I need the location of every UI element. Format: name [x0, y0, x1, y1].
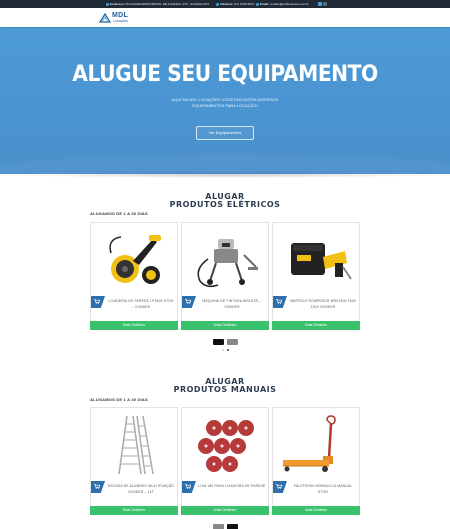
wall-sander-icon — [109, 235, 161, 284]
cart-icon — [185, 299, 191, 304]
cart-tag — [182, 481, 196, 493]
demolition-hammer-icon — [291, 243, 352, 280]
view-equipment-button[interactable]: Ver Equipamentos — [196, 126, 254, 140]
product-name: LIXADEIRA DE PAREDE LP1800 STI20 – VONDE… — [108, 299, 174, 309]
carousel-next-button[interactable] — [227, 339, 238, 345]
product-card[interactable]: MARTELO ROMPEDOR MRV1500 1500 220V VONDE… — [272, 222, 360, 329]
section-manual-subtitle: ALUGAMOS DE 1 A 30 DIAS — [90, 397, 148, 402]
email-info[interactable]: Email: contato@mdlocacoes.com.br — [256, 2, 309, 6]
airless-sprayer-icon — [197, 239, 258, 288]
logo-mark-icon — [99, 12, 111, 23]
carousel-dot-active[interactable] — [227, 349, 229, 351]
section-electric-subtitle: ALUGAMOS DE 1 A 30 DIAS — [90, 211, 148, 216]
more-details-button[interactable]: Mais Detalhes — [272, 506, 360, 515]
cart-tag — [273, 296, 287, 308]
logo-tagline: Locações — [113, 19, 128, 23]
carousel-prev-button[interactable] — [213, 339, 224, 345]
product-card[interactable]: PALETEIRA HIDRÁULICA MANUAL STON — [272, 407, 360, 514]
cart-tag — [91, 481, 105, 493]
carousel-dot[interactable] — [222, 349, 224, 351]
more-details-button[interactable]: Mais Detalhes — [181, 321, 269, 330]
product-card[interactable]: LIXA 180 PARA LIXADEIRA DE PAREDE — [181, 407, 269, 514]
hero-banner: ALUGUE SEU EQUIPAMENTO AQUI NA MDL LOCAÇ… — [0, 27, 450, 174]
cart-icon — [276, 299, 282, 304]
carousel-next-button[interactable] — [227, 524, 238, 529]
cart-tag — [273, 481, 287, 493]
product-card[interactable]: ESCADA DE ALUMÍNIO MULTIFUNÇÃO VONDER – … — [90, 407, 178, 514]
logo-name: MDL — [112, 12, 129, 19]
phone-icon — [216, 2, 219, 6]
more-details-button[interactable]: Mais Detalhes — [181, 506, 269, 515]
more-details-button[interactable]: Mais Detalhes — [272, 321, 360, 330]
product-name: ESCADA DE ALUMÍNIO MULTIFUNÇÃO VONDER – … — [107, 484, 175, 494]
top-info-bar: Endereço: RUA MARGARIDA BIRSAL DE ALMEID… — [0, 0, 450, 8]
pallet-jack-icon — [283, 415, 336, 472]
hero-subtitle: AQUI NA MDL LOCAÇÕES VOCÊ ENCONTRA DIVER… — [171, 97, 279, 108]
email-icon — [256, 2, 259, 6]
facebook-icon[interactable] — [318, 2, 322, 6]
instagram-icon[interactable] — [323, 2, 327, 6]
product-name: LIXA 180 PARA LIXADEIRA DE PAREDE — [198, 484, 266, 488]
cart-tag — [91, 296, 105, 308]
product-card[interactable]: MÁQUINA DE PINTURA AIRLESS – VONDER — [181, 222, 269, 329]
location-icon — [106, 2, 109, 6]
more-details-button[interactable]: Mais Detalhes — [90, 321, 178, 330]
more-details-button[interactable]: Mais Detalhes — [90, 506, 178, 515]
cart-tag — [182, 296, 196, 308]
product-name: MARTELO ROMPEDOR MRV1500 1500 220V VONDE… — [290, 299, 356, 309]
hero-title: ALUGUE SEU EQUIPAMENTO — [72, 62, 378, 87]
product-card[interactable]: LIXADEIRA DE PAREDE LP1800 STI20 – VONDE… — [90, 222, 178, 329]
cart-icon — [276, 484, 282, 489]
aluminum-ladder-icon — [118, 415, 154, 475]
section-manual-title: PRODUTOS MANUAIS — [173, 385, 277, 394]
phone-info: Telefone: (11) 2468-9673 — [216, 2, 254, 6]
address-info: Endereço: RUA MARGARIDA BIRSAL DE ALMEID… — [106, 2, 209, 6]
carousel-prev-button[interactable] — [213, 524, 224, 529]
product-name: MÁQUINA DE PINTURA AIRLESS – VONDER — [202, 299, 262, 309]
section-electric-title: PRODUTOS ELÉTRICOS — [169, 200, 281, 209]
main-navbar: MDL Locações — [0, 8, 450, 27]
product-name: PALETEIRA HIDRÁULICA MANUAL STON — [293, 484, 353, 494]
cart-icon — [185, 484, 191, 489]
cart-icon — [94, 484, 100, 489]
sanding-discs-icon — [198, 420, 254, 472]
cart-icon — [94, 299, 100, 304]
site-logo[interactable]: MDL Locações — [99, 11, 141, 25]
